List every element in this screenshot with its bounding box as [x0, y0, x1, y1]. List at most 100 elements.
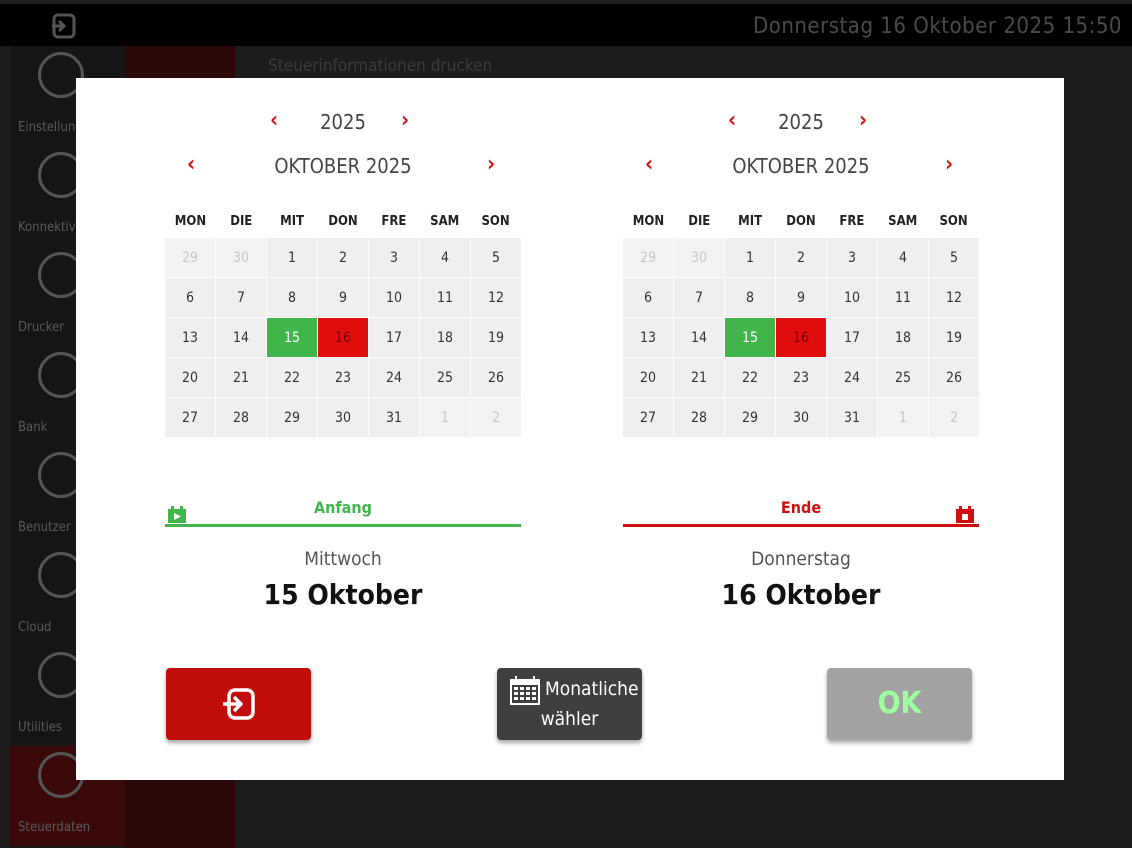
day-cell[interactable]: 9: [318, 278, 368, 317]
day-cell[interactable]: 29: [725, 398, 775, 437]
sidebar-item-label: Benutzer: [18, 520, 71, 535]
day-grid: 29 30 1 2 3 4 5 6 7 8 9 10 11 12 13 14 1…: [165, 238, 521, 437]
day-cell[interactable]: 17: [369, 318, 419, 357]
selected-start-day-cell[interactable]: 15: [725, 318, 775, 357]
day-cell[interactable]: 14: [674, 318, 724, 357]
start-divider: [165, 524, 521, 527]
day-cell[interactable]: 14: [216, 318, 266, 357]
day-cell[interactable]: 1: [878, 398, 928, 437]
weekday-label: MIT: [280, 214, 305, 229]
day-cell[interactable]: 7: [674, 278, 724, 317]
next-year-button[interactable]: ›: [401, 108, 409, 133]
month-selector: ‹ OKTOBER 2025 ›: [623, 152, 979, 182]
selected-end-day-cell[interactable]: 16: [318, 318, 368, 357]
weekday-label: DON: [786, 214, 816, 229]
day-cell[interactable]: 6: [623, 278, 673, 317]
end-date: 16 Oktober: [721, 578, 881, 611]
day-cell[interactable]: 25: [420, 358, 470, 397]
next-month-button[interactable]: ›: [945, 152, 953, 177]
day-cell[interactable]: 23: [776, 358, 826, 397]
day-cell[interactable]: 21: [674, 358, 724, 397]
day-cell[interactable]: 26: [471, 358, 521, 397]
day-cell[interactable]: 3: [369, 238, 419, 277]
day-cell[interactable]: 19: [471, 318, 521, 357]
day-cell[interactable]: 21: [216, 358, 266, 397]
monthly-button-label-2: wähler: [540, 708, 599, 730]
day-cell[interactable]: 5: [929, 238, 979, 277]
day-cell[interactable]: 31: [369, 398, 419, 437]
day-cell[interactable]: 19: [929, 318, 979, 357]
day-cell[interactable]: 2: [776, 238, 826, 277]
day-cell[interactable]: 9: [776, 278, 826, 317]
day-cell[interactable]: 5: [471, 238, 521, 277]
day-cell[interactable]: 1: [267, 238, 317, 277]
monthly-selector-button[interactable]: Monatliche wähler: [497, 668, 642, 740]
sidebar-item-label: Bank: [18, 420, 48, 435]
selected-end-day-cell[interactable]: 16: [776, 318, 826, 357]
day-cell[interactable]: 8: [267, 278, 317, 317]
day-cell[interactable]: 30: [216, 238, 266, 277]
exit-icon: [223, 688, 255, 720]
day-cell[interactable]: 23: [318, 358, 368, 397]
day-cell[interactable]: 26: [929, 358, 979, 397]
logout-icon[interactable]: [50, 12, 78, 40]
day-cell[interactable]: 27: [623, 398, 673, 437]
day-cell[interactable]: 20: [165, 358, 215, 397]
day-cell[interactable]: 17: [827, 318, 877, 357]
day-cell[interactable]: 11: [878, 278, 928, 317]
weekday-label: DIE: [688, 214, 711, 229]
day-cell[interactable]: 2: [318, 238, 368, 277]
day-cell[interactable]: 2: [471, 398, 521, 437]
weekday-label: DIE: [230, 214, 253, 229]
day-cell[interactable]: 18: [878, 318, 928, 357]
day-cell[interactable]: 28: [674, 398, 724, 437]
calendar-icon: [510, 676, 540, 705]
selected-start-day-cell[interactable]: 15: [267, 318, 317, 357]
day-cell[interactable]: 4: [878, 238, 928, 277]
calendar-end-icon: [956, 506, 974, 523]
next-month-button[interactable]: ›: [487, 152, 495, 177]
day-cell[interactable]: 31: [827, 398, 877, 437]
ok-button[interactable]: OK: [827, 668, 972, 740]
day-cell[interactable]: 1: [420, 398, 470, 437]
day-cell[interactable]: 3: [827, 238, 877, 277]
month-value: OKTOBER 2025: [274, 154, 412, 178]
day-cell[interactable]: 13: [623, 318, 673, 357]
day-cell[interactable]: 8: [725, 278, 775, 317]
day-cell[interactable]: 6: [165, 278, 215, 317]
day-cell[interactable]: 27: [165, 398, 215, 437]
day-cell[interactable]: 11: [420, 278, 470, 317]
day-cell[interactable]: 20: [623, 358, 673, 397]
day-cell[interactable]: 18: [420, 318, 470, 357]
day-cell[interactable]: 30: [318, 398, 368, 437]
day-cell[interactable]: 28: [216, 398, 266, 437]
day-cell[interactable]: 29: [165, 238, 215, 277]
day-cell[interactable]: 2: [929, 398, 979, 437]
day-cell[interactable]: 10: [369, 278, 419, 317]
sidebar-item-label: Steuerdaten: [18, 820, 91, 835]
day-cell[interactable]: 30: [776, 398, 826, 437]
day-cell[interactable]: 1: [725, 238, 775, 277]
day-cell[interactable]: 7: [216, 278, 266, 317]
month-value: OKTOBER 2025: [732, 154, 870, 178]
day-cell[interactable]: 12: [471, 278, 521, 317]
next-year-button[interactable]: ›: [859, 108, 867, 133]
day-cell[interactable]: 10: [827, 278, 877, 317]
day-cell[interactable]: 30: [674, 238, 724, 277]
day-cell[interactable]: 24: [369, 358, 419, 397]
day-cell[interactable]: 29: [623, 238, 673, 277]
day-cell[interactable]: 12: [929, 278, 979, 317]
day-cell[interactable]: 22: [267, 358, 317, 397]
day-cell[interactable]: 25: [878, 358, 928, 397]
weekday-label: MON: [174, 214, 207, 229]
day-cell[interactable]: 29: [267, 398, 317, 437]
day-cell[interactable]: 4: [420, 238, 470, 277]
month-selector: ‹ OKTOBER 2025 ›: [165, 152, 521, 182]
weekday-label: SON: [481, 214, 510, 229]
day-grid: 29 30 1 2 3 4 5 6 7 8 9 10 11 12 13 14 1…: [623, 238, 979, 437]
day-cell[interactable]: 24: [827, 358, 877, 397]
day-cell[interactable]: 13: [165, 318, 215, 357]
weekday-header: MON DIE MIT DON FRE SAM SON: [165, 214, 521, 234]
day-cell[interactable]: 22: [725, 358, 775, 397]
exit-button[interactable]: [166, 668, 311, 740]
